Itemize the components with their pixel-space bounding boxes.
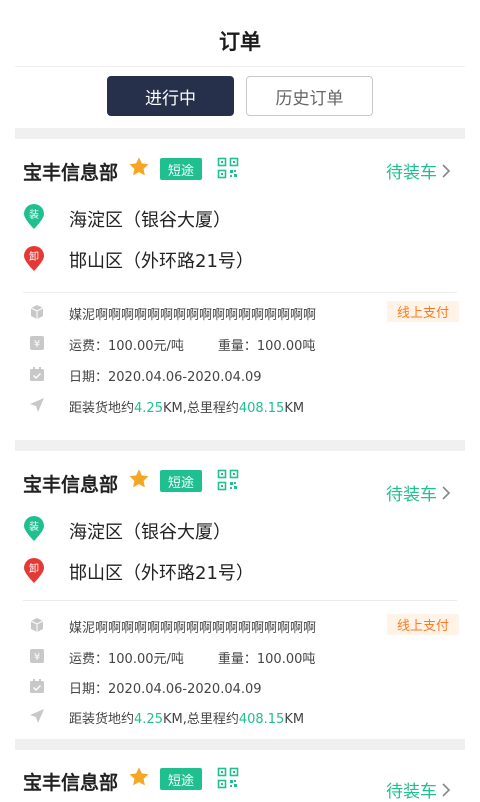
navigation-arrow-icon	[30, 398, 44, 412]
unload-pin-icon: 卸	[24, 558, 44, 583]
chevron-right-icon	[442, 485, 451, 500]
section-separator	[15, 739, 465, 750]
star-icon	[129, 767, 149, 786]
unload-pin-label: 卸	[29, 562, 39, 575]
trip-type-badge: 短途	[160, 158, 202, 180]
cargo-box-icon	[30, 305, 44, 319]
company-name: 宝丰信息部	[23, 162, 119, 184]
company-name: 宝丰信息部	[23, 474, 119, 496]
freight-icon: ¥	[30, 336, 44, 350]
tab-history-orders[interactable]: 历史订单	[246, 76, 373, 116]
freight-icon: ¥	[30, 649, 44, 663]
calendar-icon	[30, 679, 44, 693]
date-range: 日期：2020.04.06-2020.04.09	[69, 370, 262, 385]
unload-pin-label: 卸	[29, 250, 39, 263]
payment-badge: 线上支付	[387, 301, 459, 322]
order-status-label: 待装车	[386, 163, 437, 183]
total-km: 408.15	[238, 712, 285, 727]
chevron-right-icon	[442, 163, 451, 178]
load-pin-label: 装	[29, 520, 39, 533]
tab-in-progress[interactable]: 进行中	[107, 76, 234, 116]
load-address: 海淀区（银谷大厦）	[69, 522, 231, 543]
load-pin-icon: 装	[24, 516, 44, 541]
star-icon	[129, 157, 149, 176]
order-status-link[interactable]: 待装车	[386, 158, 451, 183]
distance-km: 4.25	[134, 712, 163, 727]
card-divider	[23, 292, 457, 293]
distance-suffix: KM	[284, 401, 305, 416]
app-header: 订单	[0, 0, 480, 70]
distance-text: 距装货地约4.25KM,总里程约408.15KM	[69, 397, 304, 416]
date-range: 日期：2020.04.06-2020.04.09	[69, 682, 262, 697]
company-name: 宝丰信息部	[23, 772, 119, 794]
svg-text:¥: ¥	[34, 652, 40, 663]
payment-badge: 线上支付	[387, 614, 459, 635]
freight-text: 运费：100.00元/吨	[69, 652, 184, 667]
distance-km: 4.25	[134, 401, 163, 416]
star-icon	[129, 469, 149, 488]
cargo-name: 媒泥啊啊啊啊啊啊啊啊啊啊啊啊啊啊啊啊啊	[69, 308, 317, 323]
header-divider	[15, 66, 465, 67]
order-card[interactable]: 宝丰信息部 短途 待装车 装 海淀区（银谷大厦） 卸 邯山区（外环路21号） 媒…	[15, 157, 465, 438]
load-address: 海淀区（银谷大厦）	[69, 210, 231, 231]
distance-mid: KM,总里程约	[162, 401, 239, 416]
order-card[interactable]: 宝丰信息部 短途 待装车	[15, 767, 465, 802]
order-card[interactable]: 宝丰信息部 短途 待装车 装 海淀区（银谷大厦） 卸 邯山区（外环路21号） 媒…	[15, 469, 465, 732]
order-status-link[interactable]: 待装车	[386, 480, 451, 505]
qr-code-icon[interactable]	[217, 767, 239, 789]
distance-text: 距装货地约4.25KM,总里程约408.15KM	[69, 708, 304, 727]
distance-prefix: 距装货地约	[69, 712, 135, 727]
navigation-arrow-icon	[30, 709, 44, 723]
unload-pin-icon: 卸	[24, 246, 44, 271]
cargo-name: 媒泥啊啊啊啊啊啊啊啊啊啊啊啊啊啊啊啊啊	[69, 621, 317, 636]
calendar-icon	[30, 367, 44, 381]
freight-text: 运费：100.00元/吨	[69, 339, 184, 354]
distance-mid: KM,总里程约	[162, 712, 239, 727]
weight-text: 重量：100.00吨	[217, 652, 316, 667]
trip-type-badge: 短途	[160, 470, 202, 492]
page-title: 订单	[219, 30, 261, 54]
load-pin-icon: 装	[24, 204, 44, 229]
card-divider	[23, 600, 457, 601]
qr-code-icon[interactable]	[217, 157, 239, 179]
order-status-label: 待装车	[386, 485, 437, 505]
trip-type-badge: 短途	[160, 768, 202, 790]
unload-address: 邯山区（外环路21号）	[69, 251, 254, 272]
chevron-right-icon	[442, 782, 451, 797]
qr-code-icon[interactable]	[217, 469, 239, 491]
distance-prefix: 距装货地约	[69, 401, 135, 416]
svg-text:¥: ¥	[34, 339, 40, 350]
order-status-label: 待装车	[386, 782, 437, 802]
order-status-link[interactable]: 待装车	[386, 777, 451, 802]
total-km: 408.15	[238, 401, 285, 416]
unload-address: 邯山区（外环路21号）	[69, 563, 254, 584]
section-separator	[15, 128, 465, 139]
order-tabs: 进行中 历史订单	[0, 76, 480, 118]
freight-weight-row: 运费：100.00元/吨 重量：100.00吨	[69, 648, 315, 667]
weight-text: 重量：100.00吨	[217, 339, 316, 354]
freight-weight-row: 运费：100.00元/吨 重量：100.00吨	[69, 335, 315, 354]
distance-suffix: KM	[284, 712, 305, 727]
load-pin-label: 装	[29, 208, 39, 221]
cargo-box-icon	[30, 618, 44, 632]
section-separator	[15, 440, 465, 451]
